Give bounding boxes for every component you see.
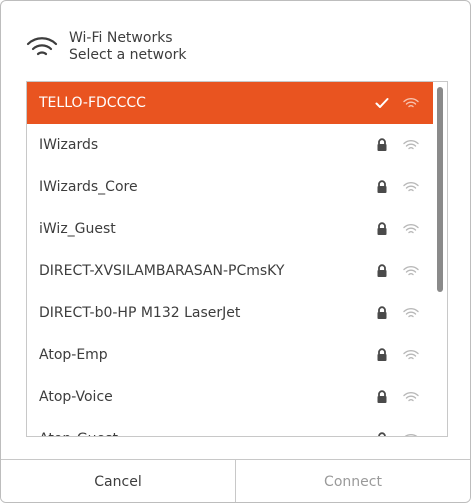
network-row[interactable]: IWizards_Core <box>27 166 433 208</box>
network-name: IWizards <box>39 137 99 153</box>
wifi-signal-icon <box>403 138 419 152</box>
wifi-icon <box>25 34 59 60</box>
wifi-signal-icon <box>403 264 419 278</box>
network-list: TELLO-FDCCCC IWizards IWizards_Core iWiz_Gu… <box>27 82 433 436</box>
network-name: iWiz_Guest <box>39 221 116 237</box>
dialog-subtitle: Select a network <box>69 47 187 63</box>
lock-icon <box>375 389 389 405</box>
header-text: Wi-Fi Networks Select a network <box>69 30 187 64</box>
network-name: TELLO-FDCCCC <box>39 95 146 111</box>
wifi-dialog: Wi-Fi Networks Select a network TELLO-FD… <box>0 0 471 503</box>
wifi-signal-icon <box>403 390 419 404</box>
network-list-frame: TELLO-FDCCCC IWizards IWizards_Core iWiz_Gu… <box>26 81 448 437</box>
dialog-title: Wi-Fi Networks <box>69 30 173 46</box>
lock-icon <box>375 221 389 237</box>
connect-button[interactable]: Connect <box>236 460 470 502</box>
lock-icon <box>375 347 389 363</box>
network-row[interactable]: iWiz_Guest <box>27 208 433 250</box>
network-row[interactable]: TELLO-FDCCCC <box>27 82 433 124</box>
wifi-signal-icon <box>403 222 419 236</box>
network-name: Atop-Voice <box>39 389 113 405</box>
wifi-signal-icon <box>403 432 419 436</box>
network-name: DIRECT-b0-HP M132 LaserJet <box>39 305 241 321</box>
lock-icon <box>375 137 389 153</box>
lock-icon <box>375 305 389 321</box>
network-row[interactable]: DIRECT-b0-HP M132 LaserJet <box>27 292 433 334</box>
cancel-button[interactable]: Cancel <box>1 460 236 502</box>
network-name: Atop-Guest <box>39 431 433 436</box>
check-icon <box>375 95 389 111</box>
scrollbar-thumb[interactable] <box>437 87 443 292</box>
network-row[interactable]: IWizards <box>27 124 433 166</box>
network-name: Atop-Emp <box>39 347 108 363</box>
network-row[interactable]: Atop-Guest <box>27 418 433 436</box>
network-row[interactable]: Atop-Voice <box>27 376 433 418</box>
wifi-signal-icon <box>403 348 419 362</box>
dialog-header: Wi-Fi Networks Select a network <box>25 27 187 67</box>
network-name: DIRECT-XVSILAMBARASAN-PCmsKY <box>39 263 285 279</box>
lock-icon <box>375 431 389 436</box>
lock-icon <box>375 179 389 195</box>
network-name: IWizards_Core <box>39 179 138 195</box>
scrollbar[interactable] <box>433 82 447 436</box>
wifi-signal-icon <box>403 96 419 110</box>
dialog-footer: Cancel Connect <box>1 459 470 502</box>
network-row[interactable]: Atop-Emp <box>27 334 433 376</box>
wifi-signal-icon <box>403 306 419 320</box>
network-row[interactable]: DIRECT-XVSILAMBARASAN-PCmsKY <box>27 250 433 292</box>
lock-icon <box>375 263 389 279</box>
wifi-signal-icon <box>403 180 419 194</box>
